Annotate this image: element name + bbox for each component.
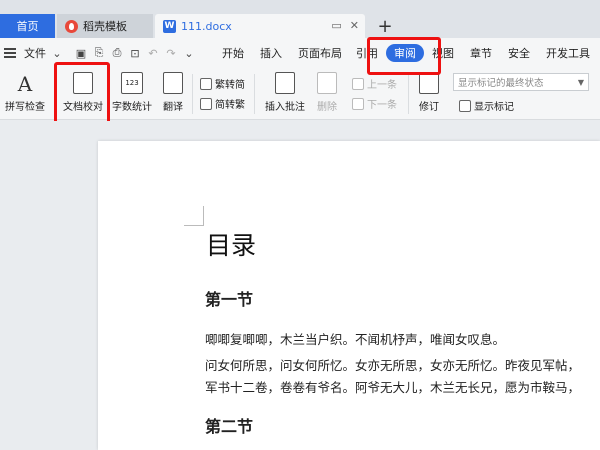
- comment-icon: [275, 72, 295, 94]
- tab-home[interactable]: 首页: [0, 14, 55, 38]
- convert-icon: [200, 97, 212, 110]
- tab-template-label: 稻壳模板: [83, 20, 127, 33]
- convert-icon: [200, 77, 212, 90]
- tab-security[interactable]: 安全: [508, 38, 530, 68]
- highlight-box-review: [367, 37, 441, 75]
- to-simplified-label: 简转繁: [215, 100, 245, 111]
- section-heading: 第二节: [205, 417, 254, 436]
- hamburger-menu-icon[interactable]: [4, 48, 16, 58]
- close-icon[interactable]: ✕: [350, 19, 359, 32]
- docer-logo-icon: [65, 19, 78, 33]
- document-title: 目录: [206, 231, 257, 260]
- tab-chapter[interactable]: 章节: [470, 38, 492, 68]
- spell-check-button[interactable]: A 拼写检查: [4, 72, 46, 113]
- next-comment-button[interactable]: 下一条: [352, 96, 397, 111]
- to-traditional-button[interactable]: 繁转简: [200, 76, 245, 91]
- insert-comment-button[interactable]: 插入批注: [262, 72, 308, 113]
- next-icon: [352, 97, 364, 110]
- section-heading: 第一节: [205, 290, 254, 309]
- prev-label: 上一条: [367, 80, 397, 91]
- translate-button[interactable]: 翻译: [160, 72, 186, 113]
- tab-bar: 首页 稻壳模板 W 111.docx ▭ ✕ +: [0, 0, 600, 38]
- markup-state-value: 显示标记的最终状态: [458, 78, 544, 89]
- prev-icon: [352, 77, 364, 90]
- highlight-box-proofread: [54, 62, 110, 128]
- show-markup-button[interactable]: 显示标记: [459, 98, 514, 113]
- delete-label: 删除: [317, 102, 337, 113]
- translate-label: 翻译: [163, 102, 183, 113]
- new-tab-button[interactable]: +: [375, 14, 395, 38]
- divider: [254, 74, 255, 114]
- revise-icon: [419, 72, 439, 94]
- delete-comment-button[interactable]: 删除: [312, 72, 342, 113]
- file-menu[interactable]: 文件: [24, 45, 46, 61]
- chevron-down-icon: ▼: [577, 78, 584, 87]
- more-icon[interactable]: ⌄: [182, 46, 196, 60]
- insert-comment-label: 插入批注: [265, 102, 305, 113]
- spell-check-icon: A: [17, 72, 33, 96]
- word-count-icon: 123: [121, 72, 143, 94]
- paragraph: 唧唧复唧唧，木兰当户织。不闻机杼声，唯闻女叹息。: [205, 332, 506, 347]
- word-count-button[interactable]: 123 字数统计: [110, 72, 154, 113]
- undo-icon[interactable]: ↶: [146, 46, 160, 60]
- paragraph: 问女何所思，问女何所忆。女亦无所思，女亦无所忆。昨夜见军帖，: [205, 358, 581, 373]
- margin-corner-mark: [184, 206, 204, 226]
- tab-page-layout[interactable]: 页面布局: [298, 38, 342, 68]
- divider: [192, 74, 193, 114]
- show-markup-label: 显示标记: [474, 102, 514, 113]
- word-count-label: 字数统计: [112, 102, 152, 113]
- revise-label: 修订: [419, 102, 439, 113]
- tab-insert[interactable]: 插入: [260, 38, 282, 68]
- tab-start[interactable]: 开始: [222, 38, 244, 68]
- to-simplified-button[interactable]: 简转繁: [200, 96, 245, 111]
- spell-check-label: 拼写检查: [5, 102, 45, 113]
- monitor-icon[interactable]: ▭: [331, 19, 341, 32]
- save-icon[interactable]: ▣: [74, 46, 88, 60]
- next-label: 下一条: [367, 100, 397, 111]
- document-page[interactable]: 目录 第一节 唧唧复唧唧，木兰当户织。不闻机杼声，唯闻女叹息。 问女何所思，问女…: [98, 141, 600, 450]
- tab-document-label: 111.docx: [181, 19, 232, 33]
- word-doc-icon: W: [163, 19, 176, 33]
- tab-document[interactable]: W 111.docx ▭ ✕: [155, 14, 365, 38]
- chevron-down-icon[interactable]: ⌄: [50, 46, 64, 60]
- translate-icon: [163, 72, 183, 94]
- to-traditional-label: 繁转简: [215, 80, 245, 91]
- document-workspace: 目录 第一节 唧唧复唧唧，木兰当户织。不闻机杼声，唯闻女叹息。 问女何所思，问女…: [0, 121, 600, 450]
- export-icon[interactable]: ⎘: [92, 46, 106, 60]
- redo-icon[interactable]: ↷: [164, 46, 178, 60]
- paragraph: 军书十二卷，卷卷有爷名。阿爷无大儿，木兰无长兄，愿为市鞍马，: [205, 380, 581, 395]
- print-preview-icon[interactable]: ⊡: [128, 46, 142, 60]
- prev-comment-button[interactable]: 上一条: [352, 76, 397, 91]
- delete-comment-icon: [317, 72, 337, 94]
- revise-button[interactable]: 修订: [413, 72, 445, 113]
- tab-developer[interactable]: 开发工具: [546, 38, 590, 68]
- markup-state-select[interactable]: 显示标记的最终状态 ▼: [453, 73, 589, 91]
- print-icon[interactable]: ⎙: [110, 46, 124, 60]
- show-markup-icon: [459, 99, 471, 112]
- divider: [408, 74, 409, 114]
- tab-template[interactable]: 稻壳模板: [57, 14, 153, 38]
